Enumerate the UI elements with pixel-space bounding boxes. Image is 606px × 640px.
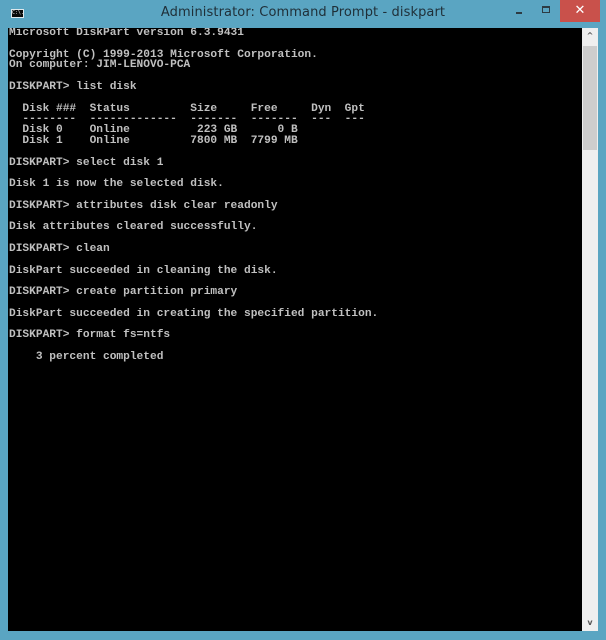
maximize-button[interactable] <box>533 0 559 22</box>
close-icon: ✕ <box>574 3 586 18</box>
console-text: Microsoft DiskPart version 6.3.9431 Copy… <box>8 28 582 363</box>
console-command-line: DISKPART> select disk 1 <box>9 156 164 169</box>
console-output-line <box>9 39 582 50</box>
console-output[interactable]: Microsoft DiskPart version 6.3.9431 Copy… <box>8 28 582 631</box>
console-output-line: On computer: JIM-LENOVO-PCA <box>9 59 191 72</box>
console-output-line: Disk 1 Online 7800 MB 7799 MB <box>9 134 298 147</box>
console-output-line <box>9 93 582 104</box>
title-bar[interactable]: C:\. Administrator: Command Prompt - dis… <box>0 0 606 28</box>
console-output-line: DiskPart succeeded in cleaning the disk. <box>9 264 278 277</box>
console-command-line: DISKPART> format fs=ntfs <box>9 329 171 342</box>
console-command-line: DISKPART> list disk <box>9 80 137 93</box>
command-prompt-window: C:\. Administrator: Command Prompt - dis… <box>0 0 606 640</box>
scroll-down-button[interactable]: v <box>582 615 598 631</box>
console-command-line: DISKPART> create partition primary <box>9 286 238 299</box>
console-output-line: 3 percent completed <box>9 350 164 363</box>
minimize-button[interactable] <box>505 0 531 22</box>
console-output-line <box>9 147 582 158</box>
scroll-up-button[interactable]: ^ <box>582 28 598 44</box>
console-command-line: DISKPART> attributes disk clear readonly <box>9 199 278 212</box>
minimize-icon <box>516 12 522 14</box>
console-output-line: Microsoft DiskPart version 6.3.9431 <box>9 28 244 39</box>
console-output-line: Disk 1 is now the selected disk. <box>9 178 224 191</box>
chevron-down-icon: v <box>587 618 593 627</box>
console-command-line: DISKPART> clean <box>9 242 110 255</box>
vertical-scrollbar[interactable]: ^ v <box>582 28 598 631</box>
console-output-line: Disk attributes cleared successfully. <box>9 221 258 234</box>
chevron-up-icon: ^ <box>586 31 594 40</box>
console-output-line <box>9 255 582 266</box>
close-button[interactable]: ✕ <box>560 0 600 22</box>
maximize-icon <box>542 6 550 13</box>
scroll-thumb[interactable] <box>583 46 597 150</box>
console-output-line: DiskPart succeeded in creating the speci… <box>9 307 379 320</box>
